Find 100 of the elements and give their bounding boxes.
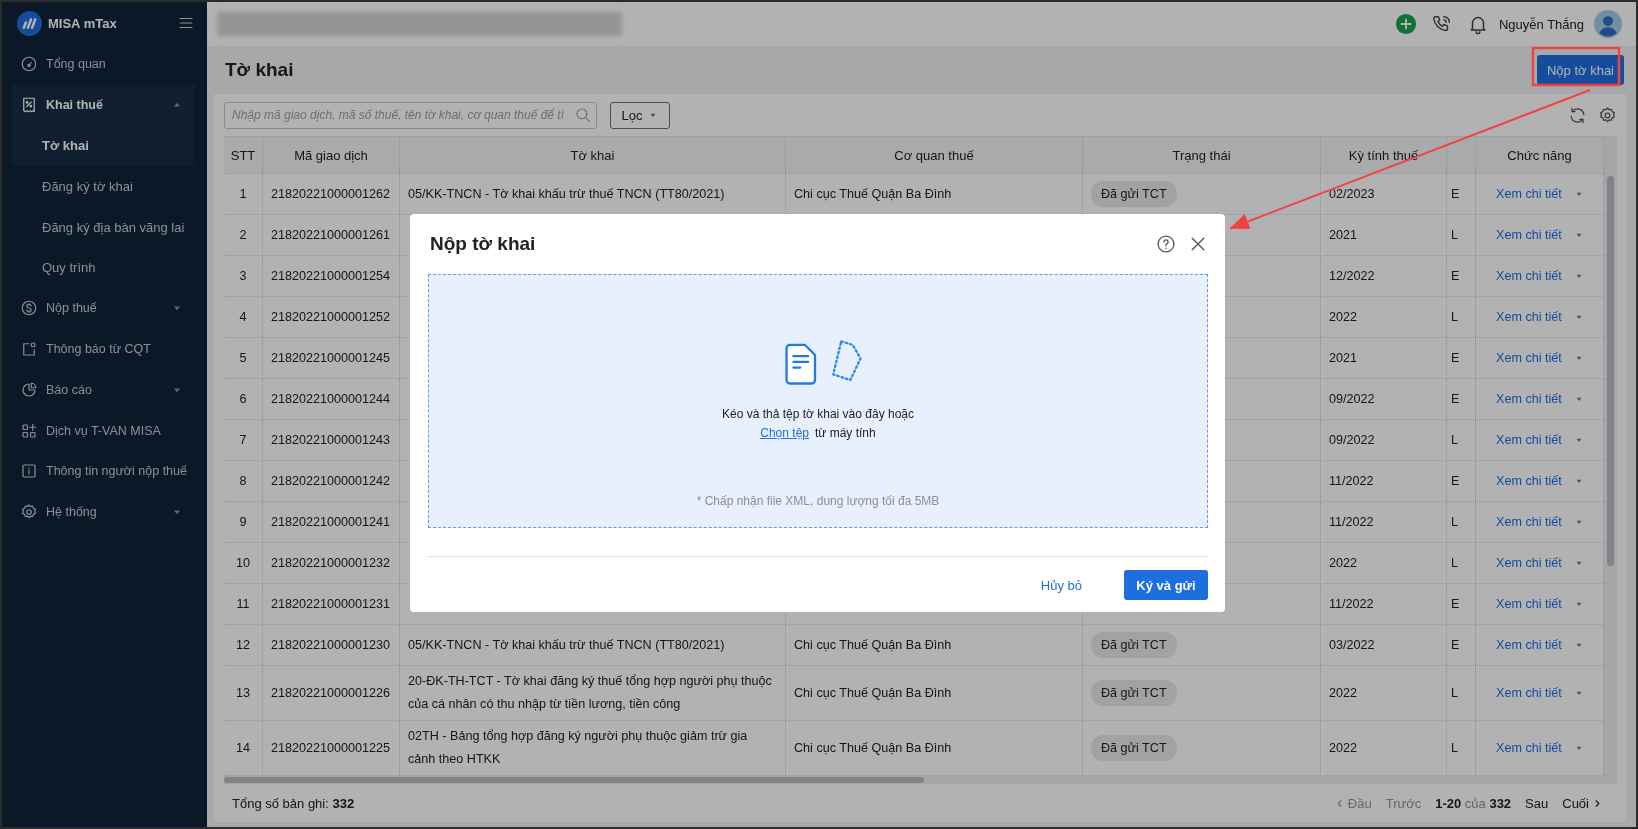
drop-instruction: Kéo và thả tệp tờ khai vào đây hoặc	[722, 406, 914, 423]
sidebar-item[interactable]: Báo cáo	[12, 369, 195, 411]
table-cell: 1	[224, 174, 263, 214]
sign-and-send-button[interactable]: Ký và gửi	[1124, 570, 1208, 600]
table-cell: 02/2023	[1321, 174, 1447, 214]
sidebar-item[interactable]: Nộp thuế	[12, 288, 195, 329]
table-cell: L	[1447, 666, 1476, 720]
horizontal-scrollbar[interactable]	[224, 777, 924, 783]
table-cell: 13	[224, 666, 263, 720]
vertical-scrollbar[interactable]	[1607, 176, 1614, 566]
sidebar-item[interactable]: Hệ thống	[12, 491, 195, 533]
help-icon[interactable]	[1156, 234, 1176, 254]
table-cell: 09/2022	[1321, 420, 1447, 460]
dialog-title: Nộp tờ khai	[430, 233, 536, 255]
status-badge: Đã gửi TCT	[1091, 680, 1177, 706]
table-cell: E	[1447, 584, 1476, 624]
sidebar-item[interactable]: Khai thuế	[12, 84, 195, 126]
settings-icon[interactable]	[1598, 105, 1617, 125]
table-cell: 21820221000001241	[263, 502, 400, 542]
table-cell: L	[1447, 215, 1476, 255]
add-icon[interactable]	[1394, 13, 1417, 35]
table-cell: Chi cục Thuế Quận Ba Đình	[786, 721, 1083, 775]
table-cell: 2022	[1321, 543, 1447, 583]
pie-chart-icon	[20, 380, 38, 399]
cancel-button[interactable]: Hủy bỏ	[1034, 576, 1088, 594]
table-cell: L	[1447, 721, 1476, 775]
view-details-link[interactable]: Xem chi tiết	[1496, 510, 1562, 534]
table-cell: 05/KK-TNCN - Tờ khai khấu trừ thuế TNCN (TT80/2021)	[400, 625, 786, 665]
table-cell: E	[1447, 379, 1476, 419]
sidebar-item[interactable]: Dịch vụ T-VAN MISA	[12, 410, 195, 451]
table-cell: 20-ĐK-TH-TCT - Tờ khai đăng ký thuế tổng hợp người phụ thuộc của cá nhân có thu nhập từ tiền lương, tiền công	[400, 666, 786, 720]
file-requirement-note: * Chấp nhận file XML, dung lượng tối đa 5MB	[696, 493, 940, 510]
dollar-icon	[20, 299, 38, 318]
gauge-icon	[20, 55, 38, 74]
status-badge: Đã gửi TCT	[1091, 632, 1177, 658]
table-cell: 21820221000001225	[263, 721, 400, 775]
view-details-link[interactable]: Xem chi tiết	[1496, 182, 1562, 206]
table-cell: 2022	[1321, 721, 1447, 775]
view-details-link[interactable]: Xem chi tiết	[1496, 551, 1562, 575]
sidebar-subitem[interactable]: Đăng ký địa bàn vãng lai	[12, 206, 195, 248]
table-cell: 4	[224, 297, 263, 337]
table-cell: 21820221000001230	[263, 625, 400, 665]
status-badge: Đã gửi TCT	[1091, 735, 1177, 761]
submit-declaration-button[interactable]: Nộp tờ khai	[1536, 55, 1624, 85]
last-page-button[interactable]: Cuối	[1562, 795, 1603, 811]
column-header: Cơ quan thuế	[786, 137, 1083, 173]
page-title: Tờ khai	[225, 59, 295, 81]
view-details-link[interactable]: Xem chi tiết	[1496, 681, 1562, 705]
table-cell: 2021	[1321, 215, 1447, 255]
column-header: Trạng thái	[1083, 137, 1321, 173]
table-cell: E	[1447, 174, 1476, 214]
table-cell: 09/2022	[1321, 379, 1447, 419]
user-name[interactable]: Nguyễn Thắng	[1498, 16, 1584, 32]
sidebar-item[interactable]: Thông tin người nộp thuế	[12, 450, 195, 492]
receipt-icon	[20, 96, 38, 115]
table-cell: Chi cục Thuế Quận Ba Đình	[786, 625, 1083, 665]
filter-button[interactable]: Lọc	[610, 101, 670, 129]
table-cell: 21820221000001261	[263, 215, 400, 255]
sidebar-subitem[interactable]: Quy trình	[12, 247, 195, 289]
table-cell: 21820221000001262	[263, 174, 400, 214]
sidebar-subitem[interactable]: Tờ khai	[12, 125, 195, 167]
view-details-link[interactable]: Xem chi tiết	[1496, 346, 1562, 370]
table-cell: 5	[224, 338, 263, 378]
view-details-link[interactable]: Xem chi tiết	[1496, 469, 1562, 493]
table-cell: E	[1447, 625, 1476, 665]
table-cell: 03/2022	[1321, 625, 1447, 665]
table-cell: 21820221000001232	[263, 543, 400, 583]
table-cell: L	[1447, 502, 1476, 542]
view-details-link[interactable]: Xem chi tiết	[1496, 223, 1562, 247]
choose-file-link[interactable]: Chọn tệp	[760, 424, 809, 443]
notification-icon	[20, 340, 38, 359]
view-details-link[interactable]: Xem chi tiết	[1496, 387, 1562, 411]
apps-icon	[20, 421, 38, 440]
sidebar-subitem[interactable]: Đăng ký tờ khai	[12, 166, 195, 207]
refresh-icon[interactable]	[1568, 105, 1587, 125]
view-details-link[interactable]: Xem chi tiết	[1496, 592, 1562, 616]
table-cell: 12/2022	[1321, 256, 1447, 296]
file-drop-zone[interactable]: Kéo và thả tệp tờ khai vào đây hoặc Chọn tệp từ máy tính * Chấp nhận file XML, dung lượng tối đa 5MB	[428, 274, 1208, 528]
sidebar-item[interactable]: Thông báo từ CQT	[12, 328, 195, 370]
status-badge: Đã gửi TCT	[1091, 181, 1177, 207]
sidebar-item[interactable]: Tổng quan	[12, 44, 195, 85]
table-cell: 11	[224, 584, 263, 624]
table-cell: E	[1447, 338, 1476, 378]
search-field[interactable]: Nhập mã giao dịch, mã số thuế, tên tờ khai, cơ quan thuế để tì	[224, 101, 597, 129]
avatar-icon[interactable]	[1594, 10, 1622, 38]
next-page-button[interactable]: Sau	[1525, 795, 1549, 811]
view-details-link[interactable]: Xem chi tiết	[1496, 428, 1562, 452]
view-details-link[interactable]: Xem chi tiết	[1496, 736, 1562, 760]
table-cell: 7	[224, 420, 263, 460]
brand-name: MISA mTax	[48, 15, 118, 31]
view-details-link[interactable]: Xem chi tiết	[1496, 264, 1562, 288]
logo-icon	[17, 10, 42, 36]
table-cell: 2	[224, 215, 263, 255]
table-cell: 21820221000001243	[263, 420, 400, 460]
info-icon	[20, 462, 38, 481]
view-details-link[interactable]: Xem chi tiết	[1496, 633, 1562, 657]
table-cell: 21820221000001252	[263, 297, 400, 337]
table-cell: 2021	[1321, 338, 1447, 378]
view-details-link[interactable]: Xem chi tiết	[1496, 305, 1562, 329]
table-cell: 6	[224, 379, 263, 419]
